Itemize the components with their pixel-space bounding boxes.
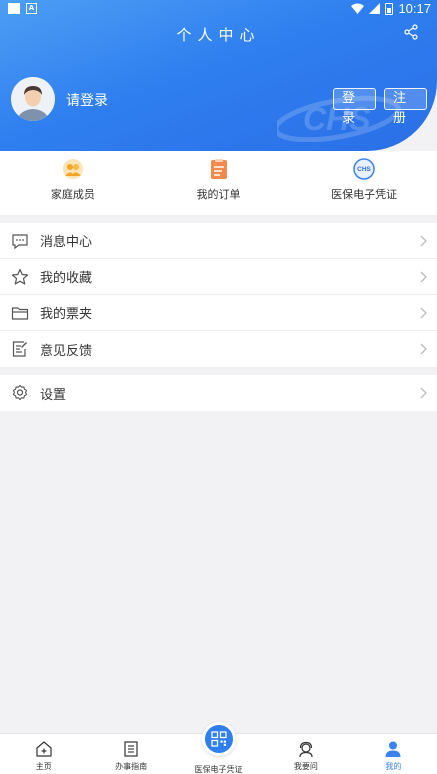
tab-guide[interactable]: 办事指南 — [87, 734, 174, 774]
chevron-right-icon — [420, 387, 427, 399]
tab-label: 我要问 — [293, 762, 318, 771]
menu-item-favorites[interactable]: 我的收藏 — [0, 259, 437, 295]
menu-item-label: 设置 — [40, 387, 67, 403]
notification-square-icon — [8, 3, 20, 14]
menu-item-settings[interactable]: 设置 — [0, 375, 437, 411]
page-title: 个人中心 — [176, 26, 261, 44]
tab-label: 医保电子凭证 — [194, 765, 243, 774]
tab-insurance-voucher[interactable]: 医保电子凭证 — [175, 722, 262, 774]
support-icon — [299, 741, 313, 758]
tab-mine[interactable]: 我的 — [350, 734, 437, 774]
menu-list: 消息中心 我的收藏 我的票夹 意见反馈 — [0, 223, 437, 367]
tab-home[interactable]: 主页 — [0, 734, 87, 774]
menu-item-feedback[interactable]: 意见反馈 — [0, 331, 437, 367]
gear-icon — [12, 384, 28, 401]
avatar[interactable] — [11, 77, 55, 121]
tab-label: 主页 — [35, 762, 52, 771]
quick-my-orders[interactable]: 我的订单 — [146, 151, 292, 215]
login-button[interactable]: 登录 — [333, 88, 376, 126]
home-icon — [36, 741, 52, 757]
family-icon — [62, 159, 83, 179]
chs-badge-icon: CHS — [353, 158, 375, 180]
wifi-icon — [351, 3, 365, 14]
message-icon — [12, 233, 28, 249]
menu-item-label: 消息中心 — [40, 235, 93, 250]
chevron-right-icon — [420, 343, 427, 355]
order-icon — [210, 159, 227, 179]
battery-icon — [385, 2, 394, 15]
tab-ask[interactable]: 我要问 — [262, 734, 349, 774]
chevron-right-icon — [420, 307, 427, 319]
qr-icon — [210, 731, 227, 747]
folder-icon — [11, 306, 29, 320]
settings-list: 设置 — [0, 375, 437, 411]
guide-icon — [124, 741, 138, 757]
share-icon[interactable] — [403, 24, 419, 40]
status-bar: A 10:17 — [0, 0, 437, 18]
person-icon — [385, 741, 401, 757]
signal-icon — [369, 3, 381, 14]
login-prompt[interactable]: 请登录 — [66, 90, 108, 110]
quick-insurance-voucher[interactable]: CHS 医保电子凭证 — [291, 151, 437, 215]
tab-label: 办事指南 — [115, 762, 148, 771]
menu-item-label: 我的收藏 — [40, 271, 93, 286]
quick-label: 医保电子凭证 — [331, 188, 398, 201]
quick-family-members[interactable]: 家庭成员 — [0, 151, 146, 215]
tab-label: 我的 — [385, 762, 402, 771]
chevron-right-icon — [420, 271, 427, 283]
qr-button[interactable] — [201, 722, 236, 756]
bottom-tab-bar: 主页 办事指南 医保电子凭证 我要问 我的 — [0, 722, 437, 774]
quick-label: 家庭成员 — [50, 188, 95, 201]
profile-header: CHS 个人中心 请登录 登录 注册 — [0, 0, 437, 151]
menu-item-messages[interactable]: 消息中心 — [0, 223, 437, 259]
feedback-icon — [12, 341, 27, 357]
notification-badge-icon: A — [26, 3, 37, 14]
star-icon — [11, 268, 29, 285]
register-button[interactable]: 注册 — [384, 88, 427, 126]
menu-item-ticket-folder[interactable]: 我的票夹 — [0, 295, 437, 331]
quick-actions: 家庭成员 我的订单 CHS 医保电子凭证 — [0, 151, 437, 215]
chevron-right-icon — [420, 235, 427, 247]
menu-item-label: 我的票夹 — [40, 307, 93, 322]
clock: 10:17 — [398, 1, 431, 16]
menu-item-label: 意见反馈 — [40, 343, 93, 359]
svg-text:CHS: CHS — [357, 166, 371, 173]
quick-label: 我的订单 — [196, 188, 241, 201]
